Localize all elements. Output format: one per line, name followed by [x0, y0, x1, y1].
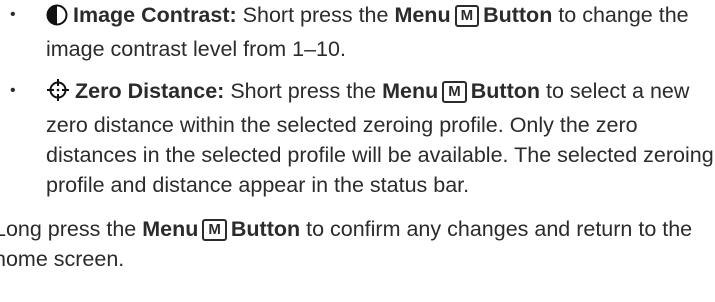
item-text: Short press the — [242, 3, 389, 27]
closing-paragraph: Long press the Menu M Button to confirm an… — [0, 214, 715, 274]
list-item-image-contrast: • Image Contrast: Short press the Menu M B… — [0, 0, 715, 64]
button-word: Button — [470, 79, 541, 103]
menu-key-glyph: M — [442, 81, 467, 103]
button-word: Button — [483, 3, 553, 27]
bullet-dot: • — [10, 6, 16, 23]
menu-key-glyph: M — [202, 219, 227, 241]
document-body: • Image Contrast: Short press the Menu M B… — [0, 0, 715, 274]
button-name: Menu — [142, 217, 199, 241]
item-text: Short press the — [230, 79, 377, 103]
item-title: Zero Distance: — [75, 79, 225, 103]
button-word: Button — [230, 217, 301, 241]
crosshair-icon — [46, 78, 70, 110]
button-name: Menu — [382, 79, 439, 103]
contrast-icon — [46, 4, 68, 34]
button-name: Menu — [394, 3, 451, 27]
bullet-dot: • — [10, 82, 16, 99]
closing-text: Long press the — [0, 217, 137, 241]
bullet-list: • Image Contrast: Short press the Menu M B… — [0, 0, 715, 200]
menu-key-glyph: M — [454, 5, 480, 27]
item-title: Image Contrast: — [73, 3, 237, 27]
list-item-zero-distance: • Zero Distance: Short press the Menu M Bu… — [0, 76, 715, 200]
